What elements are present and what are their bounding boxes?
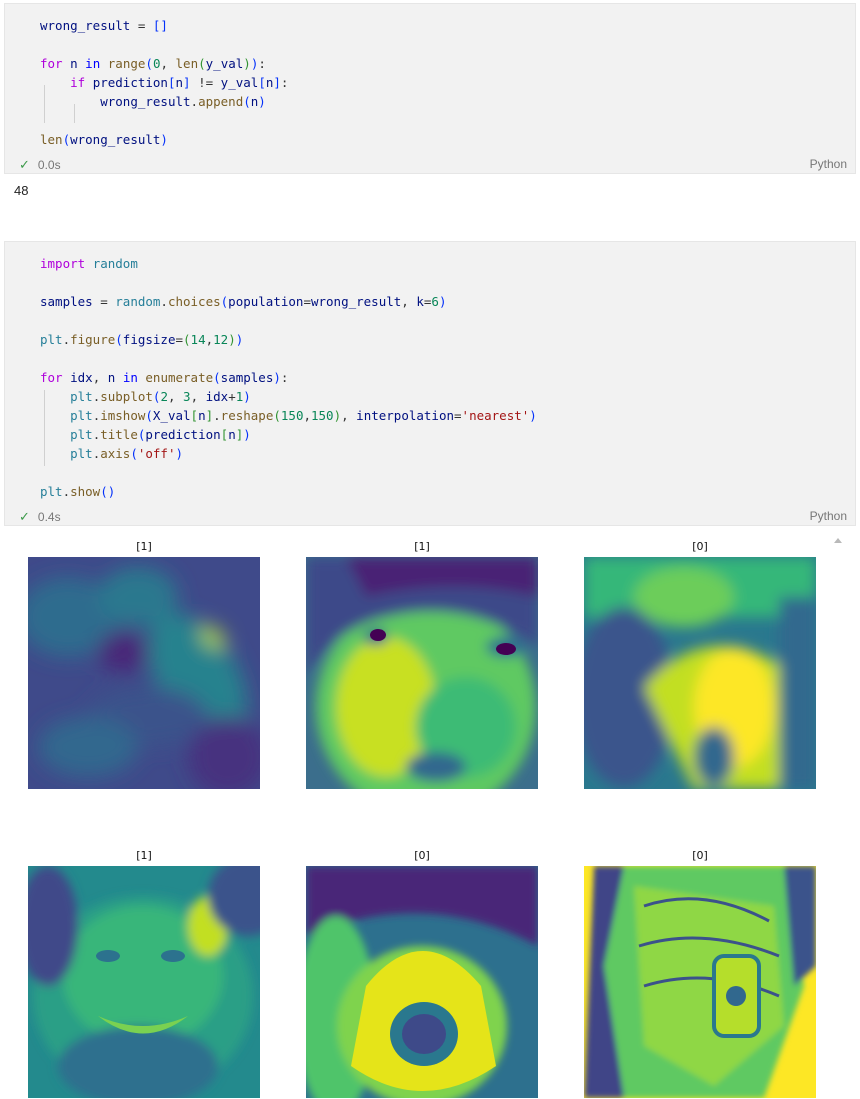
code-line: samples = random.choices(population=wron… <box>40 294 447 309</box>
check-icon: ✓ <box>19 509 30 524</box>
check-icon: ✓ <box>19 157 30 172</box>
subplot-image-4 <box>28 866 260 1098</box>
subplot-title: [0] <box>692 849 708 862</box>
code-line: len(wrong_result) <box>40 132 168 147</box>
subplot-image-2 <box>306 557 538 789</box>
subplot-image-6 <box>584 866 816 1098</box>
subplot-title: [0] <box>692 540 708 553</box>
code-line: import random <box>40 256 138 271</box>
code-line: if prediction[n] != y_val[n]: <box>70 75 289 90</box>
subplot-image-5 <box>306 866 538 1098</box>
code-line: plt.figure(figsize=(14,12)) <box>40 332 244 347</box>
execution-status: ✓ 0.4s <box>19 509 61 525</box>
language-label[interactable]: Python <box>810 157 847 171</box>
code-cell-2[interactable]: import random samples = random.choices(p… <box>4 241 856 526</box>
subplot-title: [0] <box>414 849 430 862</box>
execution-status: ✓ 0.0s <box>19 157 61 173</box>
code-line: plt.axis('off') <box>70 446 184 461</box>
language-label[interactable]: Python <box>810 509 847 523</box>
code-line: plt.subplot(2, 3, idx+1) <box>70 389 251 404</box>
code-editor[interactable]: wrong_result = [] for n in range(0, len(… <box>40 4 288 147</box>
execution-time: 0.0s <box>37 158 61 172</box>
code-line: plt.imshow(X_val[n].reshape(150,150), in… <box>70 408 537 423</box>
subplot-title: [1] <box>136 540 152 553</box>
scroll-up-arrow-icon[interactable] <box>834 538 842 543</box>
subplot-image-3 <box>584 557 816 789</box>
subplot-title: [1] <box>414 540 430 553</box>
code-cell-1[interactable]: wrong_result = [] for n in range(0, len(… <box>4 3 856 174</box>
subplot-title: [1] <box>136 849 152 862</box>
code-line: plt.show() <box>40 484 116 499</box>
code-line: plt.title(prediction[n]) <box>70 427 251 442</box>
code-line: for idx, n in enumerate(samples): <box>40 370 289 385</box>
code-editor[interactable]: import random samples = random.choices(p… <box>40 242 537 499</box>
code-line: wrong_result = [] <box>40 18 168 33</box>
execution-time: 0.4s <box>37 510 61 524</box>
cell-output-text: 48 <box>14 183 29 198</box>
code-line: wrong_result.append(n) <box>100 94 266 109</box>
subplot-image-1 <box>28 557 260 789</box>
code-line: for n in range(0, len(y_val)): <box>40 56 266 71</box>
